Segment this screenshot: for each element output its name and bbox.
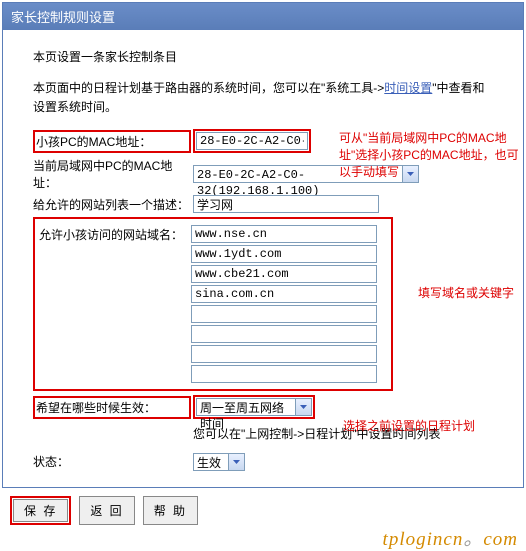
sched-desc-pre: 您可以在"上网控制->	[193, 427, 304, 441]
schedule-dropdown-icon[interactable]	[295, 398, 312, 416]
window-title: 家长控制规则设置	[3, 3, 523, 30]
help-button[interactable]: 帮 助	[143, 496, 198, 525]
annotation-domain: 填写域名或关键字	[418, 285, 518, 302]
schedule-select[interactable]: 周一至周五网络时间	[196, 398, 296, 416]
page-description: 本页面中的日程计划基于路由器的系统时间，您可以在"系统工具->时间设置"中查看和…	[33, 79, 493, 117]
save-button[interactable]: 保 存	[13, 499, 68, 522]
time-settings-link[interactable]: 时间设置	[384, 81, 432, 95]
status-select[interactable]: 生效	[193, 453, 229, 471]
domain-input-4[interactable]	[191, 305, 377, 323]
mac-label: 小孩PC的MAC地址：	[36, 133, 188, 150]
desc-text-pre: 本页面中的日程计划基于路由器的系统时间，您可以在"系统工具->	[33, 81, 384, 95]
domain-input-5[interactable]	[191, 325, 377, 343]
status-dropdown-icon[interactable]	[228, 453, 245, 471]
domain-list-box: 允许小孩访问的网站域名：	[33, 217, 393, 391]
watermark-a: tplogincn	[383, 529, 464, 550]
status-label: 状态：	[33, 453, 193, 470]
domain-input-7[interactable]	[191, 365, 377, 383]
watermark: tplogincn。com	[383, 524, 518, 551]
annotation-mac: 可从"当前局域网中PC的MAC地址"选择小孩PC的MAC地址，也可以手动填写	[339, 130, 519, 180]
domain-input-3[interactable]	[191, 285, 377, 303]
watermark-c: com	[483, 529, 518, 550]
mac-input[interactable]	[196, 132, 308, 150]
site-desc-label: 给允许的网站列表一个描述：	[33, 196, 193, 213]
back-button[interactable]: 返 回	[79, 496, 134, 525]
schedule-label: 希望在哪些时候生效：	[36, 399, 188, 416]
domain-input-1[interactable]	[191, 245, 377, 263]
annotation-schedule: 选择之前设置的日程计划	[343, 418, 523, 435]
domain-input-0[interactable]	[191, 225, 377, 243]
site-desc-input[interactable]	[193, 195, 379, 213]
domain-label: 允许小孩访问的网站域名：	[39, 226, 191, 243]
domain-input-6[interactable]	[191, 345, 377, 363]
domain-input-2[interactable]	[191, 265, 377, 283]
page-heading: 本页设置一条家长控制条目	[33, 48, 493, 65]
lan-mac-label: 当前局域网中PC的MAC地址：	[33, 157, 193, 191]
watermark-b: 。	[463, 529, 483, 550]
